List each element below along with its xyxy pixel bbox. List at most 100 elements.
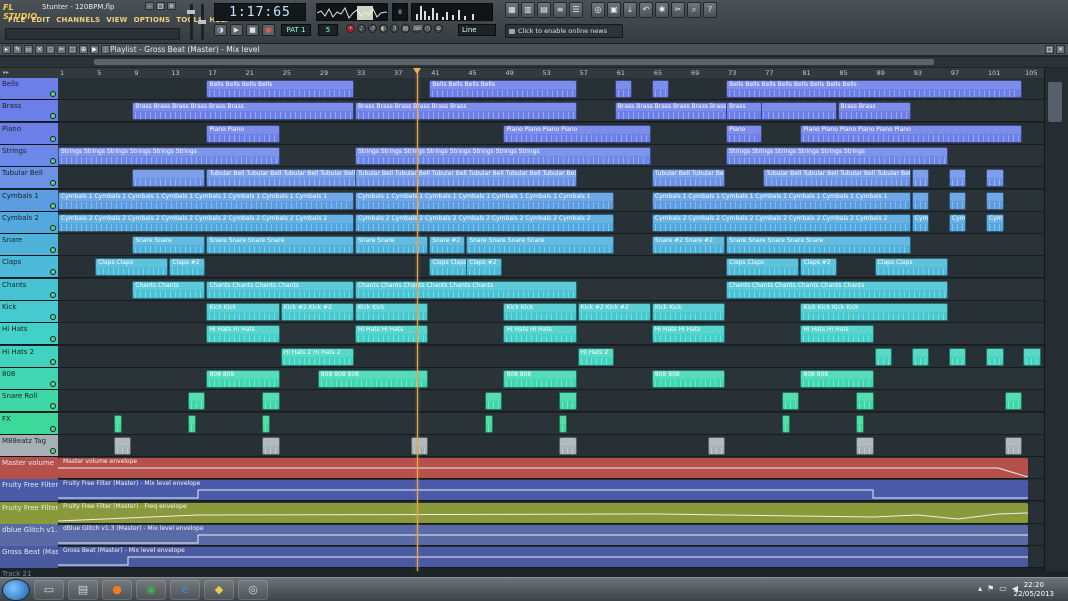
playlist-icon[interactable]: ▦ xyxy=(505,2,519,18)
automation-lane[interactable]: Fruity Free Filter (Master) - Freq envel… xyxy=(58,501,1044,524)
track-lane[interactable] xyxy=(58,434,1044,457)
song-time-display[interactable]: 1:17:65 xyxy=(214,3,306,21)
track-header[interactable]: Chants xyxy=(0,278,58,301)
track-mute-icon[interactable] xyxy=(50,425,56,432)
track-lane[interactable]: Snare Snare Snare Snare Snare Snare Snare … xyxy=(58,234,1044,257)
pattern-clip[interactable]: Cymbals 2 xyxy=(986,213,1004,232)
pattern-clip[interactable] xyxy=(132,169,206,188)
pattern-clip[interactable] xyxy=(559,414,568,433)
pattern-clip[interactable] xyxy=(262,414,271,433)
pattern-clip[interactable] xyxy=(559,392,577,411)
maximize-icon[interactable]: □ xyxy=(156,2,165,10)
track-lane[interactable] xyxy=(58,412,1044,435)
track-mute-icon[interactable] xyxy=(50,91,56,97)
playhead-line[interactable] xyxy=(417,68,418,571)
mute-tool-icon[interactable]: ◌ xyxy=(46,45,55,54)
automation-track-header[interactable]: dblue Glitch v1.3 (... xyxy=(0,524,58,546)
pattern-clip[interactable]: Piano Piano Piano Piano xyxy=(503,124,651,143)
network-icon[interactable]: ▭ xyxy=(999,584,1007,593)
pattern-clip[interactable]: Bells Bells Bells Bells xyxy=(429,80,577,98)
pattern-clip[interactable]: Claps Claps xyxy=(95,258,169,277)
pattern-clip[interactable]: Snare #2 Snare #2 xyxy=(651,236,726,255)
pattern-clip[interactable]: Cymbals 1 Cymbals 1 Cymbals 1 Cymbals 1 … xyxy=(354,191,614,210)
wait-icon[interactable]: ◷ xyxy=(423,24,432,33)
draw-tool-icon[interactable]: ✎ xyxy=(13,45,22,54)
track-lane[interactable]: Cymbals 2 Cymbals 2 Cymbals 2 Cymbals 2 … xyxy=(58,211,1044,234)
playlist-close-icon[interactable]: × xyxy=(1056,45,1065,54)
pattern-clip[interactable]: Snare Snare xyxy=(132,236,206,255)
pattern-clip[interactable]: Claps #2 xyxy=(800,258,837,277)
track-header[interactable]: Hi Hats 2 xyxy=(0,345,58,368)
slice-tool-icon[interactable]: ✂ xyxy=(57,45,66,54)
pattern-clip[interactable] xyxy=(856,436,874,455)
pattern-clip[interactable]: Hi Hats Hi Hats xyxy=(800,325,874,344)
fl-studio-taskbar-icon[interactable]: ◆ xyxy=(204,580,234,600)
track-header[interactable]: FX xyxy=(0,412,58,435)
pattern-clip[interactable]: Snare Snare Snare Snare Snare xyxy=(726,236,911,255)
pattern-clip[interactable] xyxy=(948,191,967,210)
folder-taskbar-icon[interactable]: ▤ xyxy=(68,580,98,600)
pattern-clip[interactable]: Chants Chants Chants Chants Chants Chant… xyxy=(354,280,577,299)
track-mute-icon[interactable] xyxy=(50,135,56,142)
pattern-clip[interactable] xyxy=(986,347,1004,366)
bar-ruler[interactable]: 1 5 9 13 17 21 25 29 33 37 41 45 49 53 57 61 65 69 73 77 81 8… xyxy=(58,68,1044,78)
blend-icon[interactable]: ◐ xyxy=(379,24,388,33)
track-header[interactable]: Snare Roll xyxy=(0,390,58,413)
master-volume-slider[interactable] xyxy=(187,4,195,40)
track-lane[interactable] xyxy=(58,390,1044,413)
playlist-title[interactable]: Playlist - Gross Beat (Master) - Mix lev… xyxy=(110,45,259,54)
pattern-clip[interactable] xyxy=(911,169,930,188)
pattern-clip[interactable]: Brass xyxy=(726,102,763,121)
menu-edit[interactable]: EDIT xyxy=(31,16,50,24)
pattern-clip[interactable] xyxy=(1004,436,1023,455)
track-mute-icon[interactable] xyxy=(50,291,56,298)
pattern-clip[interactable] xyxy=(187,392,206,411)
pattern-clip[interactable] xyxy=(113,436,132,455)
menu-channels[interactable]: CHANNELS xyxy=(56,16,100,24)
automation-track-header[interactable]: Fruity Free Filter (... xyxy=(0,501,58,524)
pattern-clip[interactable]: Cymbals 1 Cymbals 1 Cymbals 1 Cymbals 1 … xyxy=(58,191,354,210)
pattern-clip[interactable]: Claps #2 xyxy=(169,258,206,277)
mixer-icon[interactable]: ≡ xyxy=(553,2,567,18)
render-icon[interactable]: ⤓ xyxy=(623,2,637,18)
track-header[interactable]: M88eatz Tag xyxy=(0,434,58,457)
pattern-selector[interactable]: PAT 1 xyxy=(281,24,311,36)
pattern-song-toggle[interactable]: ◑ xyxy=(214,24,227,36)
firefox-taskbar-icon[interactable]: ● xyxy=(102,580,132,600)
pattern-clip[interactable] xyxy=(484,392,503,411)
pattern-clip[interactable]: 808 808 xyxy=(206,369,280,388)
track-mute-icon[interactable] xyxy=(50,447,56,454)
pattern-clip[interactable]: Cymbals 2 Cymbals 2 Cymbals 2 Cymbals 2 … xyxy=(58,213,354,232)
tempo-box[interactable]: 5 xyxy=(318,24,338,36)
automation-clip[interactable]: Fruity Free Filter (Master) - Freq envel… xyxy=(58,502,1028,523)
delete-tool-icon[interactable]: ✕ xyxy=(35,45,44,54)
save-icon[interactable]: ▣ xyxy=(607,2,621,18)
vertical-scrollbar[interactable] xyxy=(1044,68,1068,571)
pattern-clip[interactable] xyxy=(948,169,967,188)
pattern-clip[interactable] xyxy=(262,392,280,411)
menu-options[interactable]: OPTIONS xyxy=(134,16,171,24)
typing-keyboard-icon[interactable]: ⌨ xyxy=(412,24,422,33)
pattern-clip[interactable]: Piano xyxy=(726,124,763,143)
pattern-clip[interactable] xyxy=(651,80,670,98)
pattern-clip[interactable]: Piano Piano xyxy=(206,124,280,143)
pattern-clip[interactable] xyxy=(559,436,577,455)
pattern-clip[interactable] xyxy=(187,414,197,433)
piano-roll-icon[interactable]: ▥ xyxy=(521,2,535,18)
pattern-clip[interactable] xyxy=(707,436,726,455)
playback-tool-icon[interactable]: ▶ xyxy=(90,45,99,54)
record-mode-icon[interactable]: • xyxy=(346,24,355,33)
track-mute-icon[interactable] xyxy=(50,224,56,231)
recorder-taskbar-icon[interactable]: ◎ xyxy=(238,580,268,600)
settings-icon[interactable]: ✱ xyxy=(655,2,669,18)
pattern-clip[interactable]: Claps #2 xyxy=(466,258,503,277)
pattern-clip[interactable]: Cymbals 2 Cymbals 2 Cymbals 2 Cymbals 2 … xyxy=(354,213,614,232)
pattern-clip[interactable]: Cymbals 2 Cymbals 2 Cymbals 2 Cymbals 2 … xyxy=(651,213,911,232)
pattern-clip[interactable]: Brass Brass Brass Brass Brass Brass xyxy=(132,102,354,121)
track-lane[interactable]: Piano Piano Piano Piano Piano Piano Piano P… xyxy=(58,122,1044,145)
pattern-clip[interactable]: Tubular Bell Tubular Bell xyxy=(651,169,726,188)
pattern-clip[interactable]: Hi Hats 2 xyxy=(577,347,614,366)
automation-clip[interactable]: Gross Beat (Master) - Mix level envelope xyxy=(58,547,1028,568)
track-lane[interactable]: Chants Chants Chants Chants Chants Chants… xyxy=(58,278,1044,301)
track-mute-icon[interactable] xyxy=(50,157,56,164)
